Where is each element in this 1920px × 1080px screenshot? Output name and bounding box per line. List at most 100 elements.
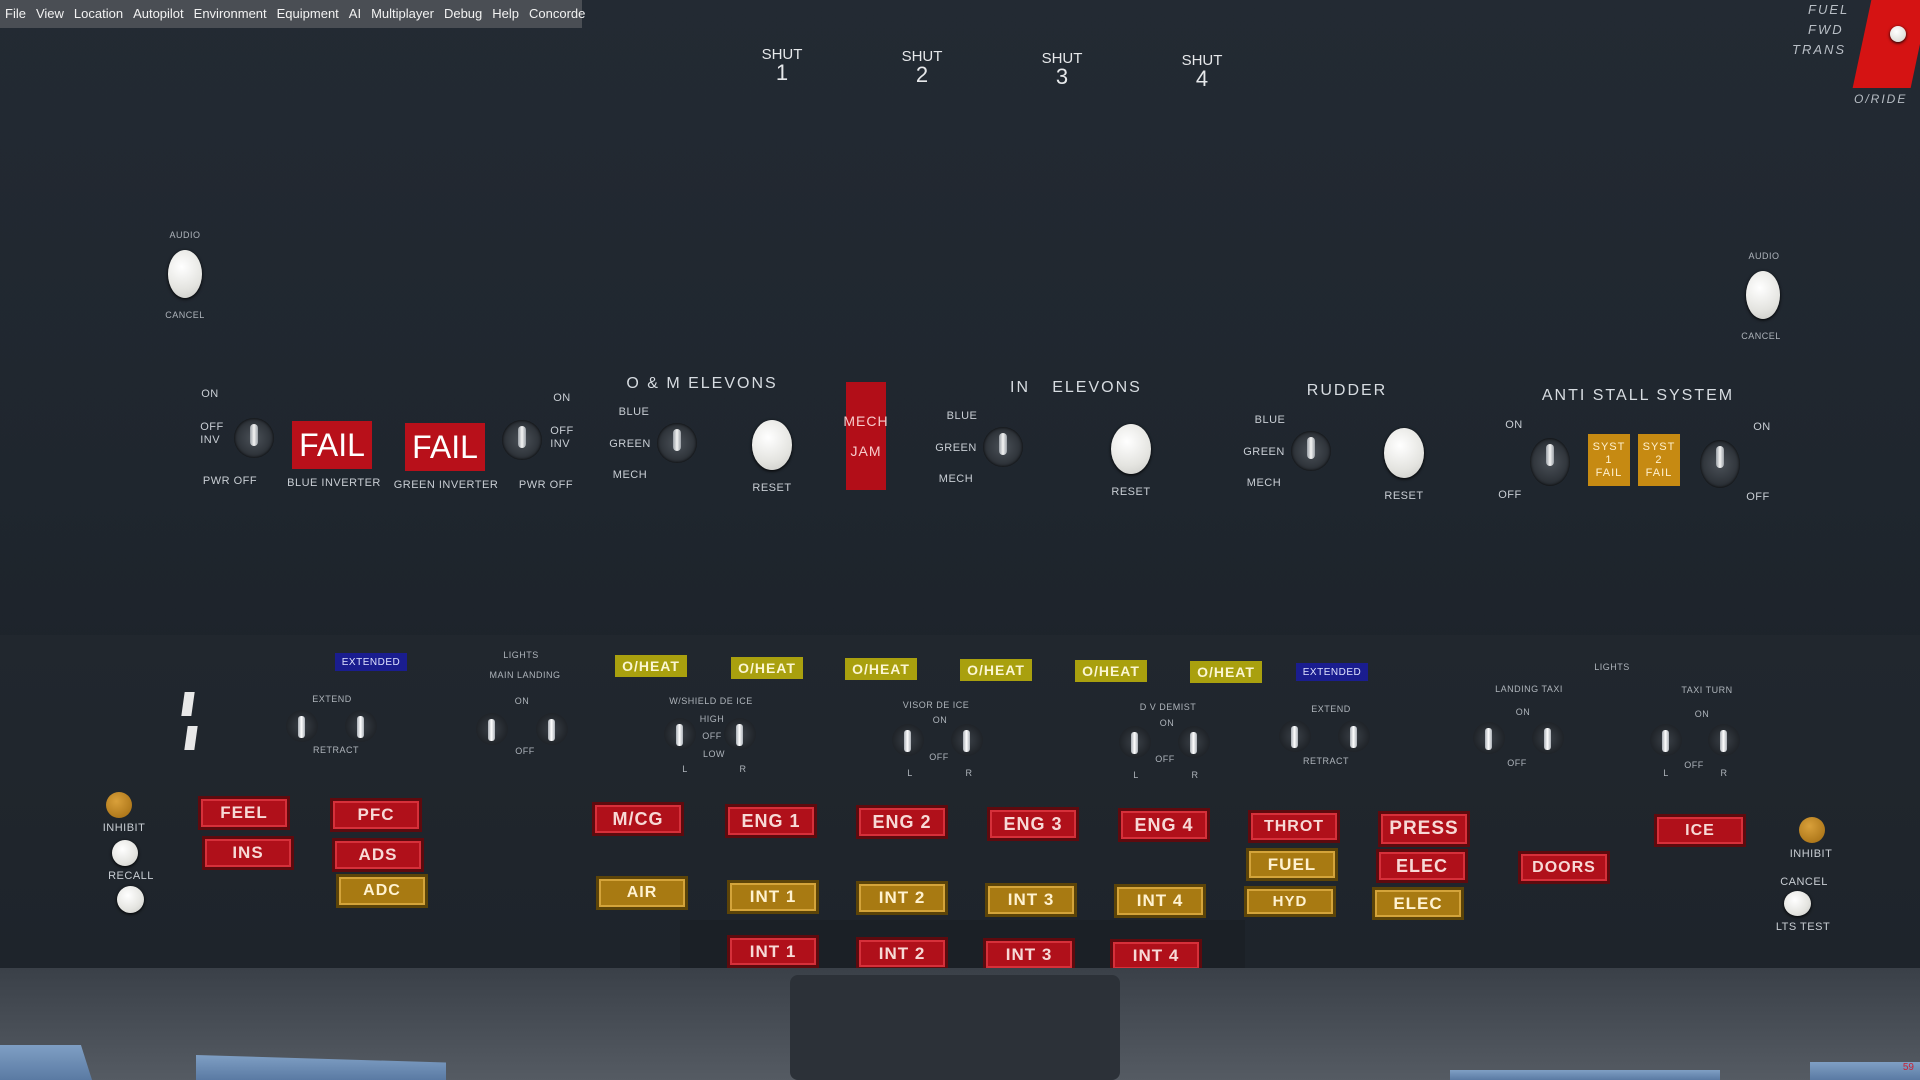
dv-off-label: OFF	[1155, 754, 1175, 764]
extend-switch-left-2[interactable]	[345, 710, 377, 742]
om-blue-label: BLUE	[618, 406, 650, 418]
om-mech-label: MECH	[612, 469, 648, 481]
int-1-red-annunciator: INT 1	[727, 935, 819, 968]
extend-switch-right-1[interactable]	[1279, 720, 1311, 752]
anti-stall-on-right: ON	[1753, 421, 1771, 433]
rudder-selector[interactable]	[1291, 431, 1331, 471]
fuel-override-button[interactable]	[1890, 26, 1906, 42]
inverter-off-inv-label-left: OFF INV	[200, 421, 224, 446]
inverter-on-label-left: ON	[201, 388, 219, 400]
in-elevons-selector[interactable]	[983, 427, 1023, 467]
pfc-annunciator: PFC	[330, 798, 422, 832]
wshield-switch-right[interactable]	[724, 718, 756, 750]
extend-switch-left-1[interactable]	[286, 710, 318, 742]
lts-test-label: LTS TEST	[1775, 921, 1831, 933]
anti-stall-switch-2[interactable]	[1700, 440, 1740, 488]
rudder-blue-label: BLUE	[1254, 414, 1286, 426]
override-label: O/RIDE	[1854, 92, 1908, 106]
in-elevons-in-label: IN	[1010, 379, 1030, 396]
green-inverter-fail-light: FAIL	[405, 423, 485, 471]
menu-ai[interactable]: AI	[344, 0, 366, 28]
shut-3-label: SHUT 3	[1027, 51, 1097, 89]
visor-switch-right[interactable]	[951, 724, 983, 756]
mcg-annunciator: M/CG	[592, 802, 684, 836]
landing-taxi-label: LANDING TAXI	[1495, 684, 1563, 694]
trans-label: TRANS	[1792, 42, 1847, 57]
taxi-turn-r-label: R	[1720, 768, 1728, 778]
main-landing-switch-2[interactable]	[536, 713, 568, 745]
om-elevons-reset-button[interactable]	[752, 420, 792, 470]
menu-help[interactable]: Help	[487, 0, 524, 28]
landing-taxi-switch-2[interactable]	[1532, 722, 1564, 754]
mech-jam-light: MECH JAM	[843, 382, 888, 490]
taxi-turn-off-label: OFF	[1684, 760, 1704, 770]
fwd-label: FWD	[1808, 22, 1844, 37]
menu-multiplayer[interactable]: Multiplayer	[366, 0, 439, 28]
lights-label-right: LIGHTS	[1594, 662, 1630, 672]
taxi-turn-switch-left[interactable]	[1650, 724, 1682, 756]
cancel-label-lts: CANCEL	[1780, 876, 1828, 888]
lts-test-button[interactable]	[1784, 891, 1811, 916]
extend-label-left: EXTEND	[312, 694, 352, 704]
menu-autopilot[interactable]: Autopilot	[128, 0, 189, 28]
elec-amber-annunciator: ELEC	[1372, 887, 1464, 920]
oheat-light-1: O/HEAT	[615, 655, 687, 677]
taxi-turn-label: TAXI TURN	[1681, 685, 1733, 695]
anti-stall-switch-1[interactable]	[1530, 438, 1570, 486]
audio-label-right: AUDIO	[1748, 251, 1780, 261]
rudder-reset-button[interactable]	[1384, 428, 1424, 478]
visor-switch-left[interactable]	[892, 724, 924, 756]
menu-location[interactable]: Location	[69, 0, 128, 28]
int-2-red-annunciator: INT 2	[856, 937, 948, 970]
doors-annunciator: DOORS	[1518, 851, 1610, 884]
menu-concorde[interactable]: Concorde	[524, 0, 590, 28]
wshield-switch-left[interactable]	[664, 718, 696, 750]
visor-r-label: R	[965, 768, 973, 778]
int-4-amber-annunciator: INT 4	[1114, 884, 1206, 918]
dv-demist-switch-right[interactable]	[1178, 726, 1210, 758]
dv-l-label: L	[1133, 770, 1139, 780]
landing-taxi-switch-1[interactable]	[1473, 722, 1505, 754]
window-center-right	[1450, 1070, 1720, 1080]
om-elevons-selector[interactable]	[657, 423, 697, 463]
inhibit-indicator-left	[106, 792, 132, 818]
fuel-override-guard[interactable]	[1852, 0, 1920, 88]
shut-2-label: SHUT 2	[887, 49, 957, 87]
recall-label: RECALL	[108, 870, 154, 882]
menu-debug[interactable]: Debug	[439, 0, 487, 28]
visor-off-label: OFF	[929, 752, 949, 762]
extend-switch-right-2[interactable]	[1338, 720, 1370, 752]
wshield-off-label: OFF	[702, 731, 722, 741]
hyd-annunciator: HYD	[1244, 886, 1336, 917]
shut-number: 3	[1055, 64, 1069, 89]
dv-r-label: R	[1191, 770, 1199, 780]
taxi-turn-switch-right[interactable]	[1708, 724, 1740, 756]
inverter-off-inv-label-right: OFF INV	[550, 425, 574, 450]
audio-cancel-button-left[interactable]	[168, 250, 202, 298]
wshield-low-label: LOW	[702, 749, 726, 759]
blue-inverter-switch[interactable]	[234, 418, 274, 458]
menu-equipment[interactable]: Equipment	[272, 0, 344, 28]
oheat-light-6: O/HEAT	[1190, 661, 1262, 683]
int-3-amber-annunciator: INT 3	[985, 883, 1077, 917]
menu-bar: File View Location Autopilot Environment…	[0, 0, 585, 28]
inhibit-indicator-right	[1799, 817, 1825, 843]
lights-label-left: LIGHTS	[503, 650, 539, 660]
green-inverter-switch[interactable]	[502, 420, 542, 460]
ins-annunciator: INS	[202, 836, 294, 870]
inhibit-button-left[interactable]	[112, 840, 138, 866]
adc-annunciator: ADC	[336, 874, 428, 908]
main-landing-switch-1[interactable]	[476, 713, 508, 745]
recall-button[interactable]	[117, 886, 144, 913]
inverter-on-label-right: ON	[553, 392, 571, 404]
oheat-light-5: O/HEAT	[1075, 660, 1147, 682]
shut-number: 2	[915, 62, 929, 87]
menu-environment[interactable]: Environment	[189, 0, 272, 28]
audio-cancel-button-right[interactable]	[1746, 271, 1780, 319]
menu-view[interactable]: View	[31, 0, 69, 28]
menu-file[interactable]: File	[0, 0, 31, 28]
eng-4-annunciator: ENG 4	[1118, 808, 1210, 842]
in-elevons-reset-button[interactable]	[1111, 424, 1151, 474]
dv-demist-switch-left[interactable]	[1119, 726, 1151, 758]
in-elevons-title: ELEVONS	[1052, 379, 1142, 396]
